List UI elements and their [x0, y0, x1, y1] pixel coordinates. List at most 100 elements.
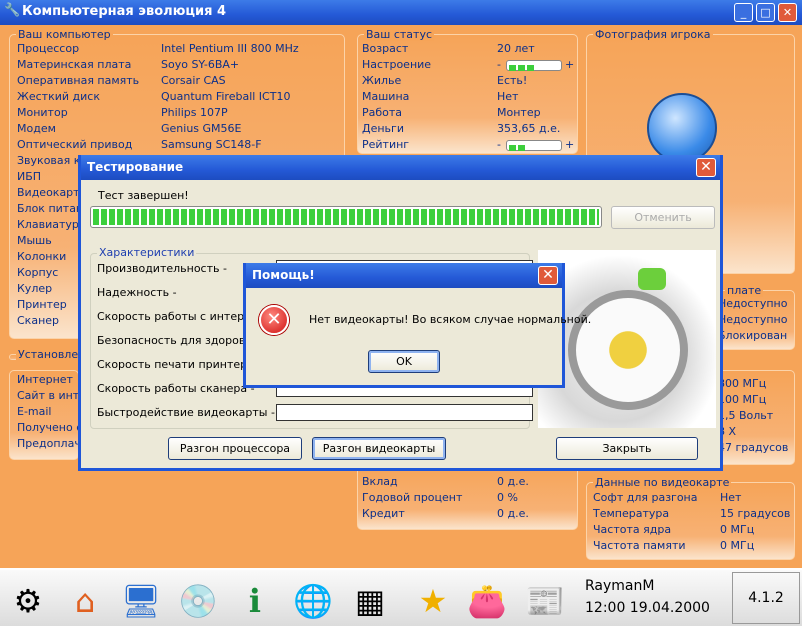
status-panel: Ваш статус Возраст 20 лет Настроение - + Жиль…: [357, 28, 578, 154]
internet-item[interactable]: Предоплач: [17, 437, 81, 450]
component-label[interactable]: ИБП: [17, 170, 41, 183]
internet-item[interactable]: Получено с: [17, 421, 82, 434]
cubes-icon[interactable]: ▦: [349, 580, 391, 622]
video-label: Софт для разгона: [593, 491, 698, 504]
internet-item[interactable]: E-mail: [17, 405, 52, 418]
app-title: Компьютерная эволюция 4: [22, 4, 226, 19]
taskbar: ⚙ ⌂ 🖥 💿 ℹ 🌐 ▦ ★ 👛 📰 RaymanM 12:00 19.04.…: [0, 568, 802, 626]
component-value: Quantum Fireball ICT10: [161, 90, 291, 103]
help-message: Нет видеокарты! Во всяком случае нормаль…: [309, 313, 592, 326]
component-label[interactable]: Блок питан: [17, 202, 83, 215]
internet-item[interactable]: Интернет: [17, 373, 73, 386]
cancel-button[interactable]: Отменить: [611, 206, 715, 229]
component-label[interactable]: Жесткий диск: [17, 90, 100, 103]
internet-globe-icon[interactable]: 🌐: [292, 580, 334, 622]
component-value: Samsung SC148-F: [161, 138, 262, 151]
cpu-value: 1,5 Вольт: [718, 409, 774, 422]
video-value: 15 градусов: [720, 507, 791, 520]
status-value: Монтер: [497, 106, 541, 119]
progress-fill: [93, 209, 599, 225]
component-value: Corsair CAS: [161, 74, 226, 87]
component-value: Genius GM56E: [161, 122, 242, 135]
panel-title: Установлен: [16, 348, 88, 361]
level-bar: [506, 140, 562, 151]
characteristic-label: Производительность -: [97, 262, 227, 275]
wrench-icon: 🔧: [4, 3, 21, 18]
characteristic-label: Надежность -: [97, 286, 177, 299]
info-board-icon[interactable]: ℹ: [234, 580, 276, 622]
close-dialog-button[interactable]: ✕: [696, 158, 716, 177]
bank-label: Кредит: [362, 507, 405, 520]
component-label[interactable]: Видеокарта: [17, 186, 86, 199]
test-progress-bar: [90, 206, 602, 228]
computer-icon[interactable]: 🖥: [120, 580, 162, 622]
cpu-value: 100 МГц: [718, 393, 767, 406]
board-value: Блокирован: [718, 329, 788, 342]
component-label[interactable]: Звуковая ка: [17, 154, 87, 167]
component-value: Intel Pentium III 800 MHz: [161, 42, 299, 55]
component-label[interactable]: Сканер: [17, 314, 59, 327]
status-label: Работа: [362, 106, 403, 119]
close-help-button[interactable]: ✕: [538, 266, 558, 285]
characteristic-label: Быстродействие видеокарты -: [97, 406, 275, 419]
bank-value: 0 д.е.: [497, 475, 529, 488]
decrease-button[interactable]: -: [497, 58, 501, 71]
component-label[interactable]: Мышь: [17, 234, 52, 247]
overclock-video-button[interactable]: Разгон видеокарты: [312, 437, 446, 460]
component-label[interactable]: Клавиатура: [17, 218, 86, 231]
component-label[interactable]: Процессор: [17, 42, 79, 55]
characteristic-label: Скорость печати принтера -: [97, 358, 262, 371]
board-value: Недоступно: [718, 313, 788, 326]
panel-title: Ваш компьютер: [16, 28, 113, 41]
component-value: Soyo SY-6BA+: [161, 58, 240, 71]
home-icon[interactable]: ⌂: [64, 580, 106, 622]
status-label: Деньги: [362, 122, 404, 135]
minimize-button[interactable]: _: [734, 3, 753, 22]
player-avatar: [647, 93, 717, 163]
ok-button[interactable]: OK: [368, 350, 440, 373]
status-value: 353,65 д.е.: [497, 122, 561, 135]
characteristic-value-field: [276, 404, 533, 421]
star-icon[interactable]: ★: [412, 580, 454, 622]
close-button[interactable]: ✕: [778, 3, 797, 22]
component-label[interactable]: Корпус: [17, 266, 58, 279]
dialog-title: Помощь!: [252, 268, 315, 282]
panel-title: Фотография игрока: [593, 28, 713, 41]
test-status: Тест завершен!: [98, 189, 189, 202]
cpu-value: 47 градусов: [718, 441, 789, 454]
characteristic-label: Скорость работы с интернет: [97, 310, 265, 323]
status-value: Есть!: [497, 74, 528, 87]
component-label[interactable]: Колонки: [17, 250, 66, 263]
component-label[interactable]: Оптический привод: [17, 138, 132, 151]
internet-panel: Интернет Сайт в инте E-mail Получено с Предо…: [9, 370, 86, 460]
installed-panel: Установлен: [9, 348, 88, 361]
increase-button[interactable]: +: [565, 58, 574, 71]
increase-button[interactable]: +: [565, 138, 574, 151]
component-label[interactable]: Оперативная память: [17, 74, 139, 87]
status-label: Рейтинг: [362, 138, 410, 151]
level-bar: [506, 60, 562, 71]
bank-panel: Вклад 0 д.е. Годовой процент 0 % Кредит 0 д.е…: [357, 465, 578, 530]
status-value: 20 лет: [497, 42, 535, 55]
component-label[interactable]: Материнская плата: [17, 58, 131, 71]
dialog-title-bar: Тестирование ✕: [81, 155, 720, 180]
component-label[interactable]: Монитор: [17, 106, 68, 119]
internet-item[interactable]: Сайт в инте: [17, 389, 86, 402]
wallet-icon[interactable]: 👛: [466, 580, 508, 622]
panel-title: Данные по видеокарте: [593, 476, 732, 489]
newspaper-icon[interactable]: 📰: [524, 580, 566, 622]
install-software-icon[interactable]: 💿: [177, 580, 219, 622]
characteristic-label: Безопасность для здоровья: [97, 334, 259, 347]
video-label: Температура: [593, 507, 670, 520]
component-label[interactable]: Кулер: [17, 282, 52, 295]
overclock-cpu-button[interactable]: Разгон процессора: [168, 437, 302, 460]
decrease-button[interactable]: -: [497, 138, 501, 151]
maximize-button[interactable]: □: [756, 3, 775, 22]
version-label: 4.1.2: [732, 572, 800, 624]
component-label[interactable]: Принтер: [17, 298, 67, 311]
component-label[interactable]: Модем: [17, 122, 56, 135]
error-icon: ✕: [259, 305, 289, 335]
kde-gear-icon[interactable]: ⚙: [7, 580, 49, 622]
close-test-button[interactable]: Закрыть: [556, 437, 698, 460]
video-value: Нет: [720, 491, 742, 504]
